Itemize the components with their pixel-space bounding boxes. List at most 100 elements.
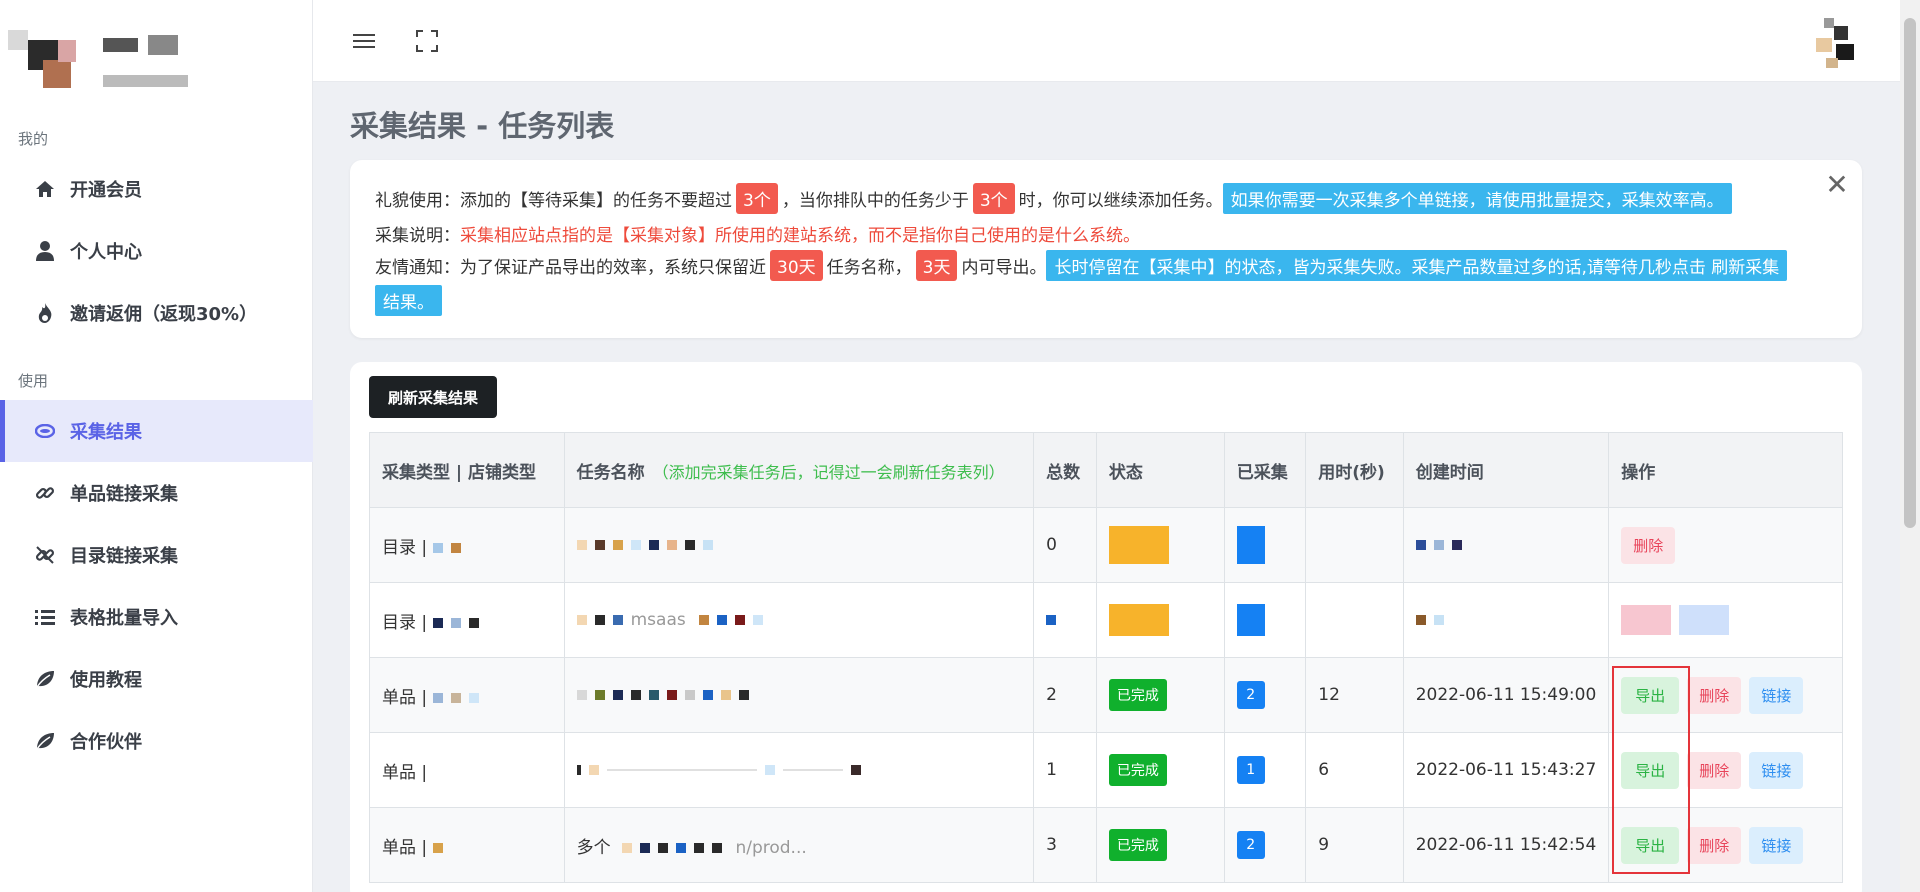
col-name-label: 任务名称 (576, 462, 645, 483)
status-badge: 已完成 (1108, 829, 1167, 861)
fullscreen-icon[interactable] (414, 28, 440, 54)
col-created: 创建时间 (1402, 432, 1610, 508)
unlink-icon (34, 544, 56, 566)
cell-collected: 2 (1223, 807, 1307, 883)
redacted-block (468, 692, 479, 703)
batch-tip: 如果你需要一次采集多个单链接，请使用批量提交，采集效率高。 (1222, 183, 1732, 214)
redacted-block (658, 842, 669, 853)
cell-duration (1305, 507, 1404, 583)
days-badge: 3天 (915, 250, 958, 281)
redacted-block (648, 690, 659, 700)
redacted-block (702, 540, 713, 550)
redacted-block (606, 769, 757, 771)
redacted-block (666, 690, 677, 700)
link-button[interactable]: 链接 (1749, 676, 1804, 714)
cell-collected (1223, 582, 1307, 658)
redacted-block (450, 617, 461, 628)
redacted-block (612, 615, 623, 625)
topbar (313, 0, 1900, 82)
delete-button[interactable]: 删除 (1621, 526, 1676, 564)
redacted-block (432, 617, 443, 628)
redacted-block (684, 540, 695, 550)
delete-button[interactable]: 删除 (1687, 826, 1742, 864)
col-type: 采集类型 | 店铺类型 (369, 432, 565, 508)
sidebar-item-label: 开通会员 (70, 180, 142, 201)
cell-ops: 删除 (1608, 507, 1843, 583)
delete-button[interactable]: 删除 (1687, 676, 1742, 714)
menu-group-mine: 我的 (18, 130, 49, 148)
notice-text: 采集相应站点指的是【采集对象】所使用的建站系统，而不是指你自己使用的是什么系统。 (460, 226, 1140, 246)
redacted-block (576, 615, 587, 625)
link-button[interactable]: 链接 (1749, 751, 1804, 789)
cell-total: 0 (1033, 507, 1097, 583)
sidebar-item-label: 邀请返佣（返现30%） (70, 304, 258, 325)
col-status: 状态 (1095, 432, 1225, 508)
cell-total: 1 (1033, 732, 1097, 808)
database-icon (34, 420, 56, 442)
cell-created (1402, 582, 1610, 658)
cell-collected: 1 (1223, 732, 1307, 808)
redacted-block (1236, 604, 1265, 636)
scroll-thumb[interactable] (1904, 18, 1916, 528)
cell-created: 2022-06-11 15:42:54 (1402, 807, 1610, 883)
cell-duration (1305, 582, 1404, 658)
redacted-block (576, 690, 587, 700)
redacted-block (1433, 615, 1444, 625)
redacted-block (666, 540, 677, 550)
redacted-block (738, 690, 749, 700)
cell-status: 已完成 (1095, 807, 1225, 883)
redacted-block (576, 765, 581, 775)
sidebar-item-tutorial[interactable]: 使用教程 (0, 648, 313, 710)
redacted-block (1433, 540, 1444, 550)
type-text: 单品 | (382, 687, 433, 708)
table-header-row: 采集类型 | 店铺类型 任务名称 （添加完采集任务后，记得过一会刷新任务表列） 总… (369, 432, 1843, 508)
type-text: 单品 | (382, 837, 433, 858)
link-button[interactable]: 链接 (1749, 826, 1804, 864)
col-duration: 用时(秒) (1305, 432, 1404, 508)
export-highlight-box (1612, 666, 1690, 874)
sidebar-item-label: 采集结果 (70, 422, 142, 443)
cell-name: msaas (563, 582, 1035, 658)
redacted-block (717, 615, 728, 625)
col-total: 总数 (1033, 432, 1097, 508)
sidebar-item-catalog-link[interactable]: 目录链接采集 (0, 524, 313, 586)
refresh-button[interactable]: 刷新采集结果 (369, 376, 497, 418)
redacted-block (640, 842, 651, 853)
notice-box: ✕ 礼貌使用：添加的【等待采集】的任务不要超过 3个 ，当你排队中的任务少于 3个 时，… (350, 160, 1862, 338)
sidebar-item-single-link[interactable]: 单品链接采集 (0, 462, 313, 524)
sidebar-item-results[interactable]: 采集结果 (0, 400, 313, 462)
redacted-block (1415, 540, 1426, 550)
home-icon (34, 178, 56, 200)
redacted-block (612, 540, 623, 550)
redacted-block (612, 690, 623, 700)
list-icon (34, 606, 56, 628)
sidebar-item-partners[interactable]: 合作伙伴 (0, 710, 313, 772)
fire-icon (34, 302, 56, 324)
status-badge: 已完成 (1108, 754, 1167, 786)
redacted-block (450, 692, 461, 703)
delete-button[interactable]: 删除 (1687, 751, 1742, 789)
menu-toggle-icon[interactable] (351, 28, 377, 54)
sidebar-item-batch-import[interactable]: 表格批量导入 (0, 586, 313, 648)
redacted-block (432, 542, 443, 553)
notice-label: 友情通知： (375, 258, 460, 278)
cell-total: 2 (1033, 657, 1097, 733)
sidebar-item-label: 个人中心 (70, 242, 142, 263)
link-icon (34, 482, 56, 504)
cell-name (563, 732, 1035, 808)
notice-label: 礼貌使用： (375, 191, 460, 211)
avatar[interactable] (1806, 18, 1862, 74)
cell-type: 目录 | (369, 507, 565, 583)
sidebar-item-referral[interactable]: 邀请返佣（返现30%） (0, 282, 313, 344)
redacted-block (699, 615, 710, 625)
sidebar-item-membership[interactable]: 开通会员 (0, 158, 313, 220)
cell-type: 单品 | (369, 732, 565, 808)
notice-text: ，当你排队中的任务少于 (781, 191, 969, 211)
notice-text: 时，你可以继续添加任务。 (1018, 191, 1223, 211)
cell-name (563, 657, 1035, 733)
redacted-block (1679, 605, 1730, 635)
close-icon[interactable]: ✕ (1822, 170, 1852, 200)
scrollbar[interactable] (1900, 0, 1920, 892)
sidebar-item-profile[interactable]: 个人中心 (0, 220, 313, 282)
redacted-block (676, 842, 687, 853)
